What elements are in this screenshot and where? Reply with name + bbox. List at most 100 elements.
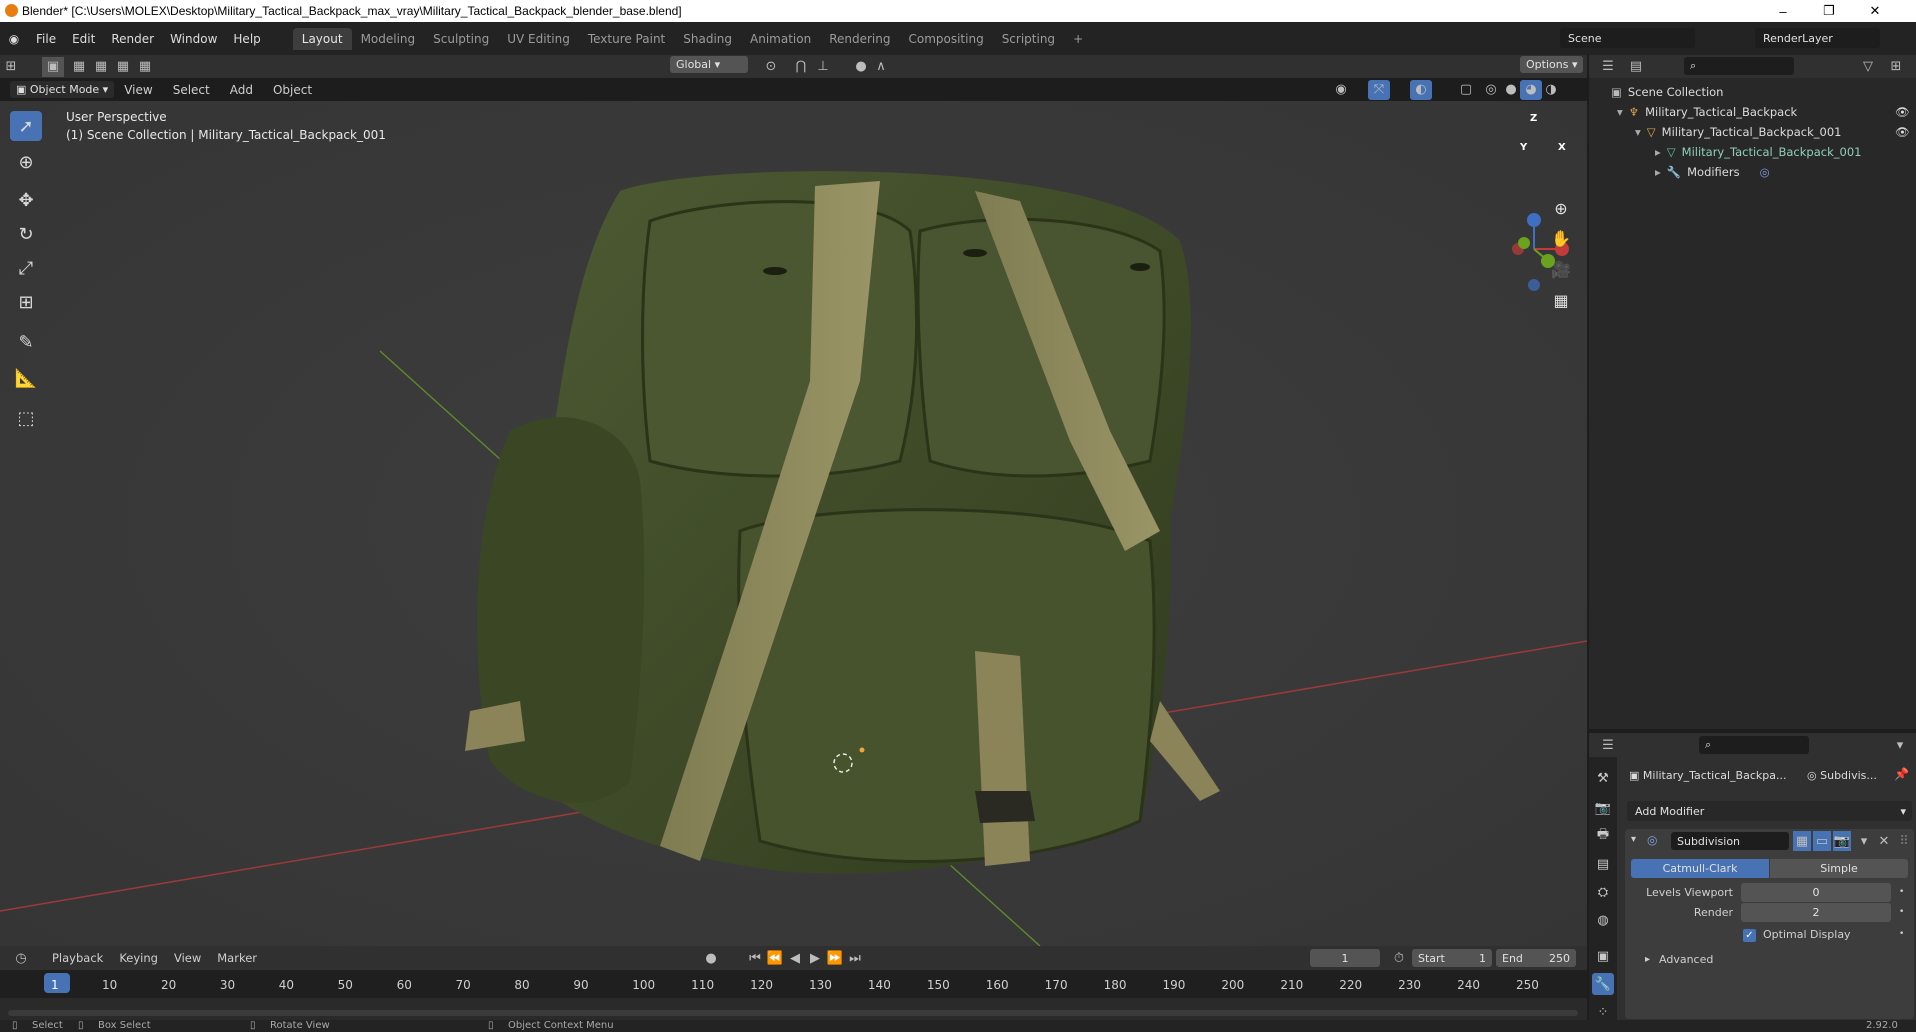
prev-keyframe-icon[interactable]: ⏪: [764, 948, 786, 968]
keyframe-dot-icon[interactable]: •: [1899, 929, 1904, 939]
tool-rotate[interactable]: ↻: [10, 219, 42, 249]
outliner-row-scene-collection[interactable]: ▣ Scene Collection: [1589, 82, 1916, 102]
tab-texture-paint[interactable]: Texture Paint: [579, 28, 674, 50]
timeline-menu-playback[interactable]: Playback: [44, 951, 111, 965]
filter-icon[interactable]: ▽: [1857, 56, 1879, 76]
start-frame-field[interactable]: Start 1: [1412, 949, 1492, 967]
tab-world[interactable]: ◍: [1592, 909, 1614, 931]
mode-dropdown[interactable]: ▣ Object Mode ▾: [10, 81, 115, 98]
select-subtract-icon[interactable]: ▦: [112, 57, 134, 77]
menu-render[interactable]: Render: [103, 32, 162, 46]
menu-window[interactable]: Window: [162, 32, 225, 46]
tool-cursor[interactable]: ⊕: [10, 147, 42, 177]
tab-tool[interactable]: ⚒: [1592, 767, 1614, 789]
tool-add-cube[interactable]: ⬚: [10, 403, 42, 433]
pan-button[interactable]: ✋: [1548, 225, 1574, 251]
outliner-row-object[interactable]: ▾ ▽ Military_Tactical_Backpack_001 👁: [1589, 122, 1916, 142]
advanced-section-label[interactable]: Advanced: [1659, 953, 1713, 966]
menu-file[interactable]: File: [28, 32, 64, 46]
stopwatch-icon[interactable]: ⏱: [1388, 948, 1410, 968]
tab-scene[interactable]: ⛭: [1592, 881, 1614, 903]
catmull-clark-button[interactable]: Catmull-Clark: [1631, 859, 1769, 878]
visibility-eye-icon[interactable]: 👁: [1895, 105, 1910, 119]
render-levels-field[interactable]: 2: [1741, 903, 1891, 922]
record-icon[interactable]: ●: [700, 948, 722, 968]
zoom-button[interactable]: ⊕: [1548, 195, 1574, 221]
jump-end-icon[interactable]: ⏭: [844, 948, 866, 968]
modifier-menu-icon[interactable]: ▾: [1853, 831, 1875, 851]
viewport-menu-add[interactable]: Add: [220, 83, 263, 97]
tab-view-layer[interactable]: ▤: [1592, 853, 1614, 875]
viewport-menu-view[interactable]: View: [114, 83, 162, 97]
visibility-icon[interactable]: ◉: [1330, 80, 1352, 100]
select-new-icon[interactable]: ▦: [68, 57, 90, 77]
options-dropdown[interactable]: Options ▾: [1520, 56, 1584, 73]
modifier-name-field[interactable]: Subdivision: [1671, 832, 1789, 850]
select-box-mode-icon[interactable]: ▣: [42, 56, 64, 77]
play-reverse-icon[interactable]: ◀: [784, 948, 806, 968]
tab-animation[interactable]: Animation: [741, 28, 820, 50]
viewport-menu-select[interactable]: Select: [163, 83, 220, 97]
add-modifier-dropdown[interactable]: Add Modifier ▾: [1627, 801, 1912, 821]
transform-orientation-dropdown[interactable]: Global ▾: [670, 56, 748, 73]
tool-measure[interactable]: 📐: [10, 363, 42, 393]
tab-layout[interactable]: Layout: [292, 27, 352, 50]
tool-select-box[interactable]: ➚: [10, 111, 42, 141]
snap-target-icon[interactable]: ⊥: [812, 56, 834, 76]
tool-annotate[interactable]: ✎: [10, 327, 42, 357]
tab-modifiers[interactable]: 🔧: [1592, 973, 1614, 995]
new-collection-icon[interactable]: ⊞: [1885, 56, 1907, 76]
outliner-search-input[interactable]: ⌕: [1684, 57, 1794, 75]
keyframe-dot-icon[interactable]: •: [1899, 907, 1904, 917]
tool-transform[interactable]: ⊞: [10, 287, 42, 317]
levels-viewport-field[interactable]: 0: [1741, 883, 1891, 902]
overlay-toggle-icon[interactable]: ◐: [1410, 79, 1432, 100]
tab-rendering[interactable]: Rendering: [820, 28, 899, 50]
tab-output[interactable]: 🖶: [1592, 825, 1614, 847]
render-toggle-icon[interactable]: 📷: [1833, 831, 1851, 851]
display-mode-icon[interactable]: ▤: [1625, 57, 1647, 77]
jump-start-icon[interactable]: ⏮: [744, 948, 766, 968]
properties-search-input[interactable]: ⌕: [1699, 736, 1809, 754]
camera-view-button[interactable]: 🎥: [1548, 256, 1574, 282]
close-window-button[interactable]: ✕: [1852, 0, 1898, 22]
tab-object[interactable]: ▣: [1592, 945, 1614, 967]
timeline-menu-keying[interactable]: Keying: [111, 951, 166, 965]
timeline-scrollbar[interactable]: [8, 1010, 1578, 1016]
collapse-arrow-icon[interactable]: ▾: [1631, 834, 1636, 845]
editor-type-icon[interactable]: ⊞: [0, 57, 22, 77]
tool-scale[interactable]: ⤢: [10, 253, 42, 283]
properties-options-icon[interactable]: ▾: [1889, 735, 1911, 755]
snap-magnet-icon[interactable]: ⋂: [790, 56, 812, 76]
tab-scripting[interactable]: Scripting: [993, 28, 1064, 50]
remove-modifier-icon[interactable]: ✕: [1873, 831, 1895, 851]
outliner-row-modifiers[interactable]: ▸ 🔧 Modifiers ◎: [1589, 162, 1916, 182]
solid-shading-icon[interactable]: ●: [1500, 80, 1522, 100]
next-keyframe-icon[interactable]: ⏩: [824, 948, 846, 968]
outliner-row-collection[interactable]: ▾ ♆ Military_Tactical_Backpack 👁: [1589, 102, 1916, 122]
optimal-display-checkbox[interactable]: ✓: [1743, 929, 1756, 942]
ortho-toggle-button[interactable]: ▦: [1548, 287, 1574, 313]
tab-render[interactable]: 📷: [1592, 797, 1614, 819]
tab-shading[interactable]: Shading: [674, 28, 741, 50]
pin-icon[interactable]: 📌: [1894, 767, 1909, 781]
render-layer-selector[interactable]: RenderLayer: [1755, 28, 1880, 48]
xray-toggle-icon[interactable]: ▢: [1455, 80, 1477, 100]
select-extend-icon[interactable]: ▦: [90, 57, 112, 77]
viewport-toggle-icon[interactable]: ▭: [1813, 831, 1831, 851]
simple-button[interactable]: Simple: [1770, 859, 1908, 878]
blender-menu-icon[interactable]: ◉: [0, 32, 28, 46]
play-icon[interactable]: ▶: [804, 948, 826, 968]
outliner-row-mesh-data[interactable]: ▸ ▽ Military_Tactical_Backpack_001: [1589, 142, 1916, 162]
pivot-point-icon[interactable]: ⊙: [760, 56, 782, 76]
tab-compositing[interactable]: Compositing: [899, 28, 992, 50]
wireframe-shading-icon[interactable]: ◎: [1480, 80, 1502, 100]
add-workspace-button[interactable]: +: [1064, 28, 1092, 50]
properties-editor-type-icon[interactable]: ☰: [1597, 735, 1619, 755]
timeline-menu-marker[interactable]: Marker: [209, 951, 265, 965]
minimize-button[interactable]: –: [1760, 0, 1806, 22]
current-frame-field[interactable]: 1: [1310, 949, 1380, 967]
tool-move[interactable]: ✥: [10, 185, 42, 215]
menu-help[interactable]: Help: [225, 32, 268, 46]
restore-button[interactable]: ❐: [1806, 0, 1852, 22]
